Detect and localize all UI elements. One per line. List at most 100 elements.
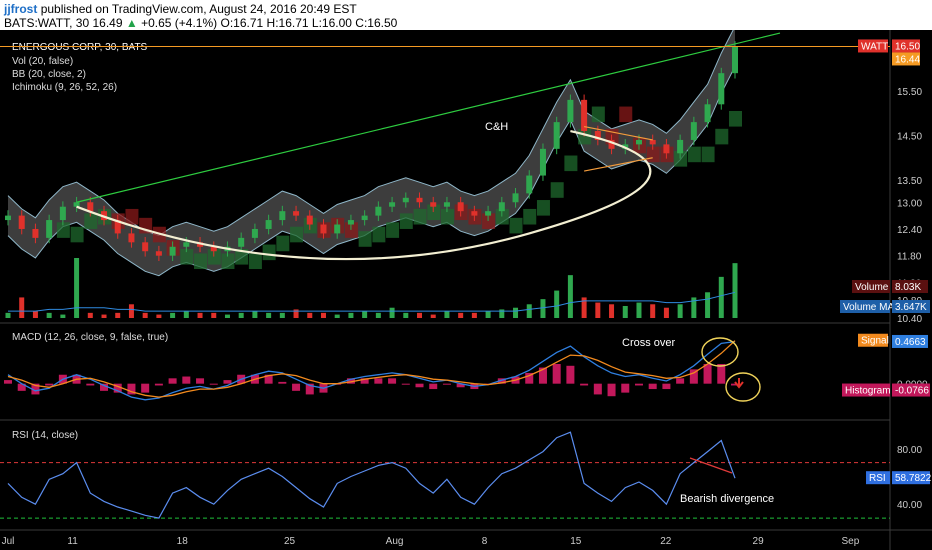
histogram-bar <box>552 364 561 384</box>
candle-body <box>649 139 656 145</box>
volume-bar <box>211 312 217 318</box>
candle-body <box>457 202 464 212</box>
histogram-bar <box>209 383 218 385</box>
watt-value-tag: 16.50 <box>895 41 920 52</box>
open-value: O:16.71 <box>220 16 264 30</box>
candle-body <box>567 99 574 123</box>
candle-body <box>498 202 505 212</box>
up-arrow-icon: ▲ <box>125 16 138 30</box>
rsi-title[interactable]: RSI (14, close) <box>12 430 78 441</box>
candle-body <box>155 251 162 256</box>
cloud-segment <box>125 208 139 225</box>
candle-body <box>718 73 725 105</box>
cloud-segment <box>194 253 208 270</box>
histogram-bar <box>278 381 287 384</box>
volume-bar <box>19 297 25 318</box>
volume-bar <box>430 314 436 318</box>
time-tick-label: Aug <box>386 536 404 547</box>
histogram-bar <box>292 383 301 391</box>
volume-bar <box>307 312 313 318</box>
volume-bar <box>252 311 258 318</box>
volume-bar <box>320 312 326 318</box>
time-tick-label: 11 <box>67 536 78 547</box>
histogram-value-tag: -0.0766 <box>895 386 929 397</box>
macd-title[interactable]: MACD (12, 26, close, 9, false, true) <box>12 332 168 343</box>
time-tick-label: 29 <box>753 536 765 547</box>
cloud-segment <box>550 182 564 198</box>
cloud-segment <box>591 106 605 123</box>
candle-body <box>581 99 588 132</box>
candle-body <box>389 202 396 207</box>
histogram-bar <box>566 365 575 384</box>
volume-bar <box>705 292 711 318</box>
histogram-bar <box>401 383 410 385</box>
time-tick-label: 8 <box>482 536 488 547</box>
volume-bar <box>224 314 230 318</box>
cloud-segment <box>386 222 400 238</box>
histogram-bar <box>580 383 589 386</box>
indicator-volume[interactable]: Vol (20, false) <box>12 56 73 67</box>
divergence-label: Bearish divergence <box>680 493 774 505</box>
volume-bar <box>128 304 134 318</box>
cloud-segment <box>372 226 386 243</box>
time-tick-label: 15 <box>570 536 582 547</box>
candle-body <box>539 148 546 176</box>
volume-bar <box>732 263 738 318</box>
volume-bar <box>718 276 724 318</box>
volume-bar <box>5 312 11 318</box>
candle-body <box>87 202 94 212</box>
candle-body <box>142 242 149 252</box>
ohlc-line: BATS:WATT, 30 16.49 ▲ +0.65 (+4.1%) O:16… <box>4 16 397 30</box>
cloud-segment <box>701 146 715 163</box>
volume-bar <box>417 312 423 318</box>
candle-body <box>663 144 670 154</box>
histogram-bar <box>621 383 630 393</box>
symbol-label: BATS:WATT, 30 <box>4 16 90 30</box>
volume-tag: Volume <box>855 282 889 293</box>
cloud-segment <box>248 253 262 270</box>
histogram-bar <box>374 378 383 384</box>
candle-body <box>485 211 492 216</box>
histogram-bar <box>415 383 424 388</box>
candle-body <box>73 202 80 207</box>
cloud-segment <box>276 235 290 252</box>
candle-body <box>635 139 642 145</box>
volume-bar <box>279 312 285 318</box>
volume-bar <box>444 311 450 318</box>
histogram-bar <box>86 383 95 386</box>
publish-info: published on TradingView.com, August 24,… <box>40 2 357 16</box>
time-tick-label: Sep <box>841 536 859 547</box>
volume-bar <box>60 314 66 318</box>
publisher-link[interactable]: jjfrost <box>4 2 37 16</box>
volume-bar <box>458 312 464 318</box>
volume-bar <box>403 312 409 318</box>
candle-body <box>279 211 286 221</box>
time-tick-label: 25 <box>284 536 296 547</box>
candle-body <box>59 206 66 221</box>
volume-bar <box>389 307 395 318</box>
histogram-tag: Histogram <box>845 386 891 397</box>
crossover-label: Cross over <box>622 337 676 349</box>
volume-ma-tag: Volume MA <box>843 302 894 313</box>
time-tick-label: 18 <box>177 536 189 547</box>
volume-bar <box>197 312 203 318</box>
indicator-bollinger[interactable]: BB (20, close, 2) <box>12 69 86 80</box>
volume-bar <box>87 312 93 318</box>
candle-body <box>375 206 382 216</box>
volume-bar <box>348 312 354 318</box>
indicator-ichimoku[interactable]: Ichimoku (9, 26, 52, 26) <box>12 82 117 93</box>
volume-bar <box>677 304 683 318</box>
stock-chart[interactable]: ENERGOUS CORP, 30, BATS Vol (20, false) … <box>0 30 932 550</box>
histogram-bar <box>662 383 671 390</box>
volume-bar <box>115 312 121 318</box>
volume-bar <box>513 307 519 318</box>
price-change: +0.65 (+4.1%) <box>141 16 218 30</box>
candle-body <box>18 215 25 229</box>
price-tick-label: 12.40 <box>897 225 922 236</box>
macd-value-tag: 0.4663 <box>895 337 926 348</box>
candle-body <box>347 220 354 225</box>
cloud-segment <box>70 226 84 243</box>
volume-bar <box>567 275 573 318</box>
histogram-bar <box>141 383 150 393</box>
rsi-tick-label: 40.00 <box>897 500 922 511</box>
